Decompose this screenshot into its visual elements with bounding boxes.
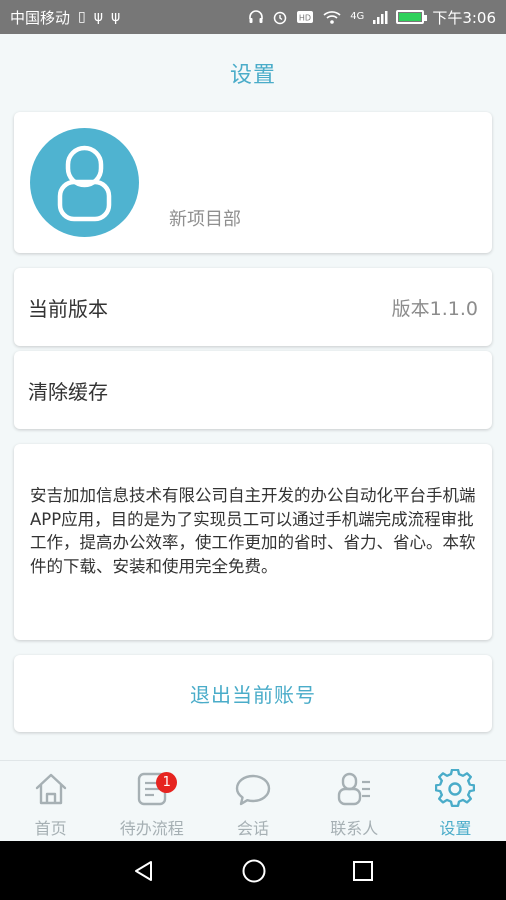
status-bar-right: HD 4G 下午3:06 (248, 7, 496, 28)
tab-settings[interactable]: 设置 (405, 761, 506, 841)
wifi-icon (323, 11, 341, 24)
version-value: 版本1.1.0 (391, 297, 478, 320)
clock-label: 下午3:06 (432, 8, 496, 27)
battery-level (399, 13, 422, 21)
about-text: 安吉加加信息技术有限公司自主开发的办公自动化平台手机端APP应用，目的是为了实现… (30, 486, 476, 576)
page-header: 设置 (0, 34, 506, 112)
signal-icon (373, 11, 388, 24)
recents-icon[interactable] (352, 860, 374, 882)
usb-debug-icon: ψ (110, 9, 121, 25)
home-circle-icon[interactable] (241, 858, 267, 884)
tab-todo[interactable]: 1 待办流程 (101, 761, 202, 841)
bottom-tab-bar: 首页 1 待办流程 会话 联系人 设置 (0, 760, 506, 841)
network-type-label: 4G (350, 11, 365, 22)
version-label: 当前版本 (28, 296, 108, 321)
page-title: 设置 (229, 63, 276, 88)
tab-home-label: 首页 (34, 819, 67, 838)
todo-badge: 1 (156, 772, 178, 793)
tab-contacts-label: 联系人 (330, 819, 379, 838)
clear-cache-row[interactable]: 清除缓存 (14, 351, 492, 429)
system-nav-bar (0, 841, 506, 900)
alarm-icon (273, 11, 287, 25)
contacts-icon (338, 772, 371, 806)
tab-todo-label: 待办流程 (119, 819, 184, 838)
version-row[interactable]: 当前版本 版本1.1.0 (14, 268, 492, 346)
logout-button[interactable]: 退出当前账号 (14, 655, 492, 732)
about-card: 安吉加加信息技术有限公司自主开发的办公自动化平台手机端APP应用，目的是为了实现… (14, 444, 492, 640)
usb-icon: ψ (93, 9, 103, 25)
carrier-label: 中国移动 (10, 8, 71, 27)
chat-bubble-icon (235, 774, 271, 806)
tab-home[interactable]: 首页 (0, 761, 101, 841)
logout-label: 退出当前账号 (190, 683, 316, 707)
avatar[interactable] (30, 128, 139, 237)
sim-icon: ▯ (78, 9, 86, 25)
tab-contacts[interactable]: 联系人 (304, 761, 405, 841)
status-bar: 中国移动 ▯ ψ ψ HD 4G 下午3:06 (0, 0, 506, 34)
status-bar-left: 中国移动 ▯ ψ ψ (10, 7, 120, 28)
tab-chat-label: 会话 (237, 819, 270, 838)
home-icon (35, 773, 66, 805)
battery-icon (396, 10, 428, 24)
department-label: 新项目部 (169, 209, 241, 230)
svg-text:HD: HD (299, 14, 311, 23)
tab-chat[interactable]: 会话 (202, 761, 303, 841)
gear-icon (435, 769, 476, 808)
clear-cache-label: 清除缓存 (28, 379, 108, 404)
back-icon[interactable] (132, 859, 156, 883)
hd-icon: HD (297, 11, 314, 23)
user-icon (57, 145, 112, 222)
tab-settings-label: 设置 (439, 819, 472, 838)
headset-icon (249, 10, 263, 23)
profile-card[interactable]: 新项目部 (14, 112, 492, 253)
